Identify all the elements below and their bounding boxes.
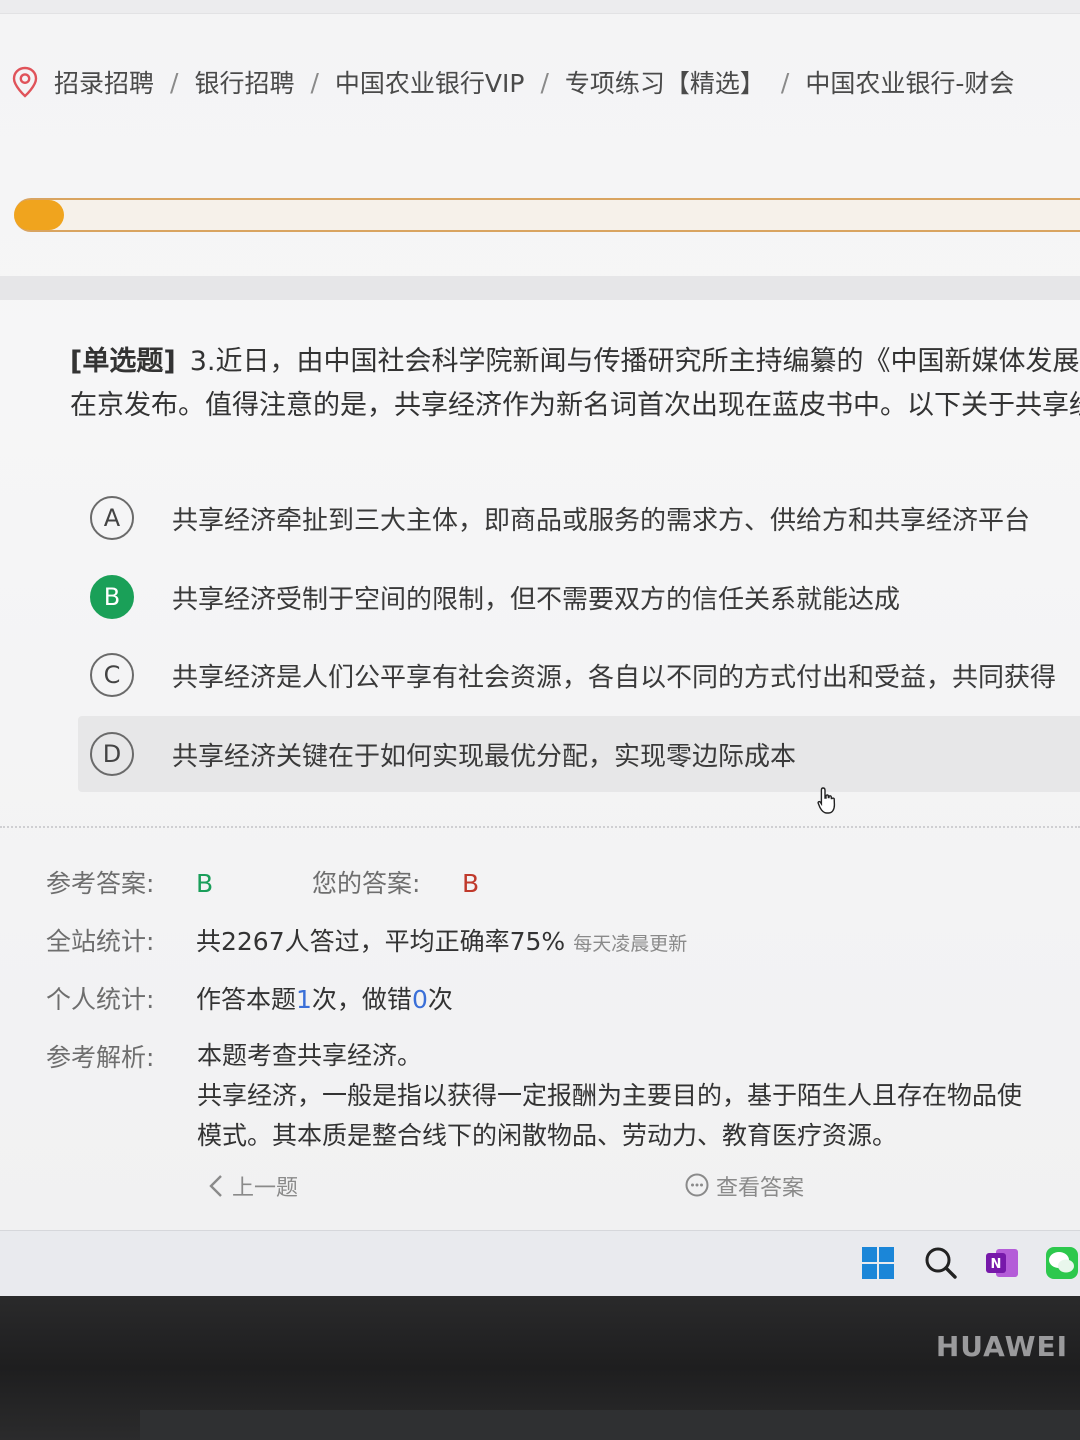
browser-top-strip [0,0,1080,14]
option-b-letter: B [90,575,134,619]
personal-stats-wrong: 0 [411,985,428,1014]
answer-row: 参考答案: B 您的答案: B [46,864,479,900]
chat-bubble-icon [685,1173,709,1197]
breadcrumb-item-recruitment[interactable]: 招录招聘 [54,64,154,100]
wechat-icon[interactable] [1044,1245,1080,1281]
section-band [0,276,1080,300]
progress-bar [14,198,1080,232]
option-a-letter: A [90,496,134,540]
analysis-text: 本题考查共享经济。 共享经济，一般是指以获得一定报酬为主要目的，基于陌生人且存在… [197,1036,1022,1156]
breadcrumb-separator: / [310,67,319,97]
breadcrumb-separator: / [780,67,790,97]
your-answer-label: 您的答案: [312,869,421,898]
view-answer-button[interactable]: 查看答案 [684,1170,804,1202]
question-text: [单选题] 3.近日，由中国社会科学院新闻与传播研究所主持编纂的《中国新媒体发展 … [70,340,1080,428]
option-b[interactable]: B 共享经济受制于空间的限制，但不需要双方的信任关系就能达成 [78,559,1080,635]
section-divider [0,826,1080,828]
previous-question-button[interactable]: 上一题 [208,1170,298,1202]
device-brand-logo: HUAWEI [935,1330,1068,1363]
analysis-line-2: 共享经济，一般是指以获得一定报酬为主要目的，基于陌生人且存在物品使 [197,1081,1023,1110]
question-line-1: 3.近日，由中国社会科学院新闻与传播研究所主持编纂的《中国新媒体发展 [189,346,1080,377]
option-c[interactable]: C 共享经济是人们公平享有社会资源，各自以不同的方式付出和受益，共同获得 [78,637,1080,713]
site-stats-text: 共2267人答过，平均正确率75% [196,927,566,956]
windows-start-icon[interactable] [860,1245,896,1281]
option-d-letter: D [90,732,134,776]
personal-stats-mid: 次，做错 [311,985,412,1014]
breadcrumb-item-abc-vip[interactable]: 中国农业银行VIP [335,64,525,100]
option-c-text: 共享经济是人们公平享有社会资源，各自以不同的方式付出和受益，共同获得 [172,662,1057,693]
personal-stats-label: 个人统计: [46,985,155,1014]
location-pin-icon [12,66,38,98]
your-answer-value: B [462,869,480,898]
analysis-label: 参考解析: [46,1043,155,1072]
option-c-letter: C [90,653,134,697]
personal-stats-prefix: 作答本题 [196,985,297,1014]
site-stats-row: 全站统计: 共2267人答过，平均正确率75% 每天凌晨更新 [46,922,687,958]
question-line-2: 在京发布。值得注意的是，共享经济作为新名词首次出现在蓝皮书中。以下关于共享经 [70,390,1080,421]
laptop-keyboard-edge [140,1410,1080,1440]
site-stats-label: 全站统计: [46,927,155,956]
reference-answer-label: 参考答案: [46,869,155,898]
reference-answer-value: B [196,869,214,898]
view-answer-label: 查看答案 [716,1176,805,1201]
chevron-left-icon [209,1175,222,1197]
hand-cursor-icon [817,787,836,814]
breadcrumb-separator: / [540,67,549,97]
progress-bar-fill [14,200,64,230]
analysis-line-1: 本题考查共享经济。 [197,1041,423,1070]
question-type-label: [单选题] [70,346,176,377]
breadcrumb: 招录招聘 / 银行招聘 / 中国农业银行VIP / 专项练习【精选】 / 中国农… [12,60,1014,104]
svg-text:N: N [991,1257,1002,1272]
previous-question-label: 上一题 [232,1176,299,1201]
personal-stats-row: 个人统计: 作答本题 1 次，做错 0 次 [46,980,453,1016]
search-icon[interactable] [922,1245,958,1281]
onenote-icon[interactable]: N [984,1245,1020,1281]
browser-screen: 招录招聘 / 银行招聘 / 中国农业银行VIP / 专项练习【精选】 / 中国农… [0,0,1080,1230]
option-d-text: 共享经济关键在于如何实现最优分配，实现零边际成本 [172,741,797,772]
analysis-row: 参考解析: [46,1038,196,1074]
option-a-text: 共享经济牵扯到三大主体，即商品或服务的需求方、供给方和共享经济平台 [172,505,1031,536]
personal-stats-suffix: 次 [427,985,453,1014]
option-a[interactable]: A 共享经济牵扯到三大主体，即商品或服务的需求方、供给方和共享经济平台 [78,480,1080,556]
analysis-line-3: 模式。其本质是整合线下的闲散物品、劳动力、教育医疗资源。 [197,1121,898,1150]
taskbar: N [0,1230,1080,1296]
option-b-text: 共享经济受制于空间的限制，但不需要双方的信任关系就能达成 [172,584,901,615]
breadcrumb-item-abc-accounting[interactable]: 中国农业银行-财会 [805,64,1014,100]
breadcrumb-item-special-practice[interactable]: 专项练习【精选】 [565,64,765,100]
option-d[interactable]: D 共享经济关键在于如何实现最优分配，实现零边际成本 [78,716,1080,792]
breadcrumb-separator: / [170,67,179,97]
personal-stats-times: 1 [296,985,312,1014]
breadcrumb-item-bank-recruitment[interactable]: 银行招聘 [194,64,294,100]
site-stats-note: 每天凌晨更新 [573,933,688,955]
